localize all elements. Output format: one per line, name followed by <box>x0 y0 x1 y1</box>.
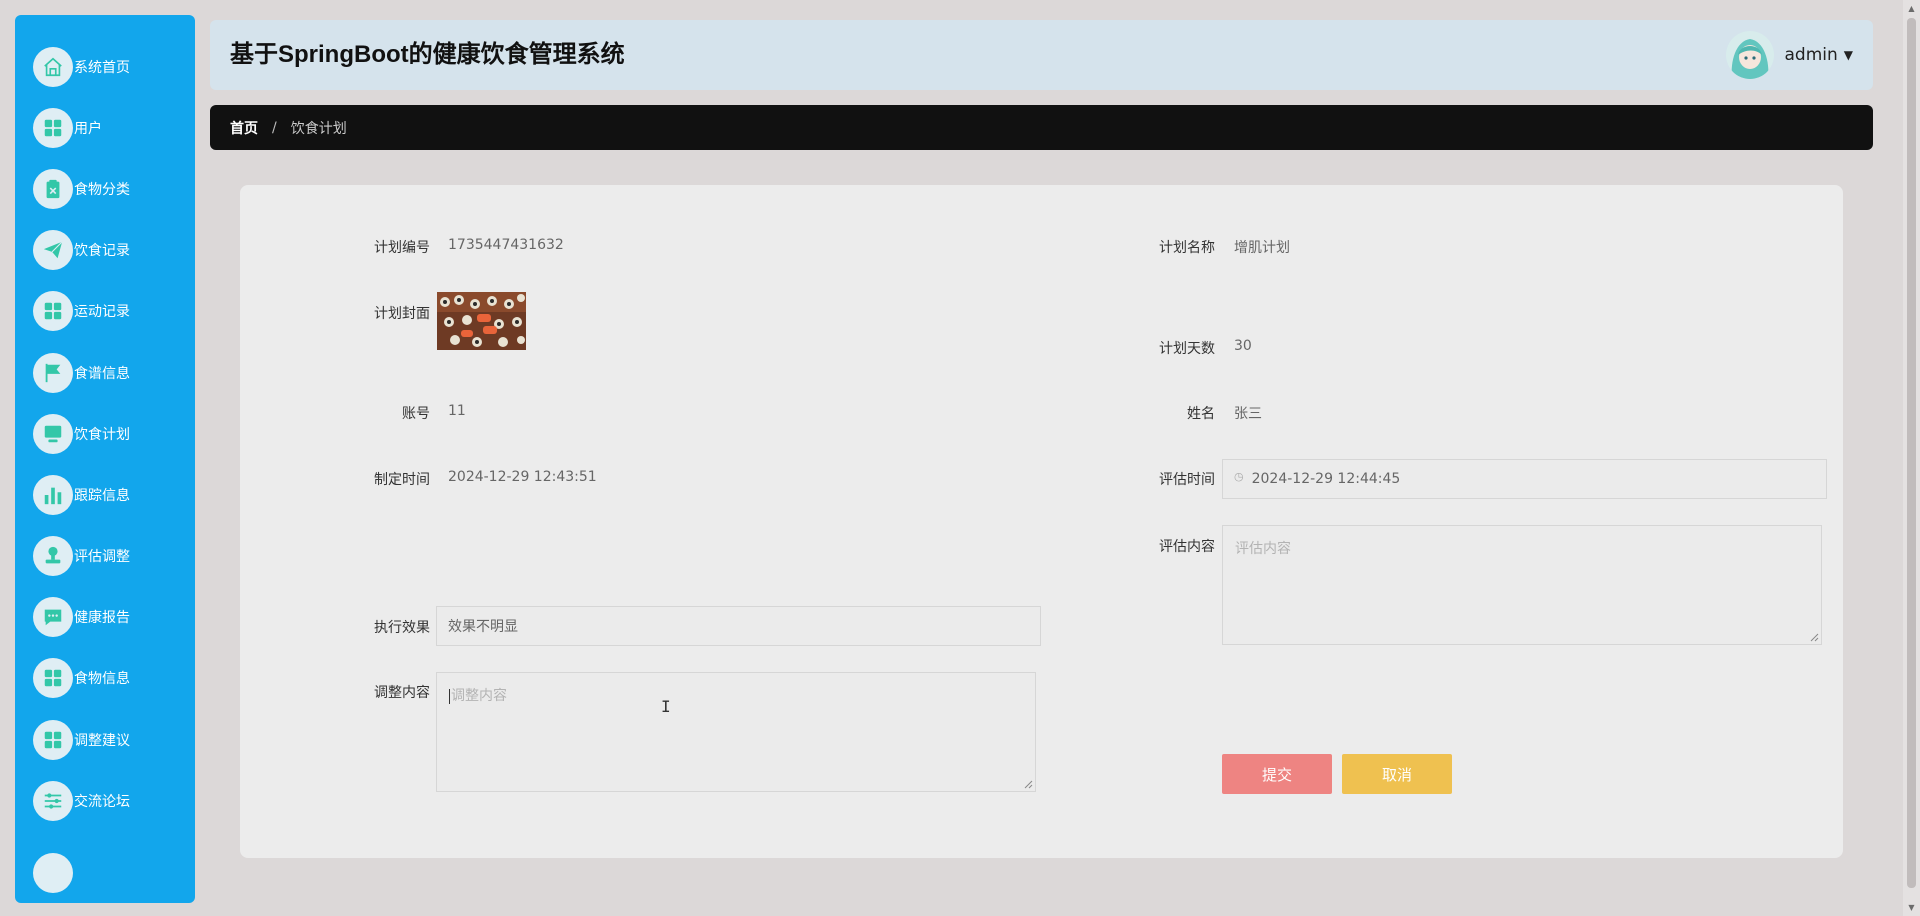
sliders-icon <box>33 780 73 821</box>
sidebar-item-health-report[interactable]: 健康报告 <box>15 587 195 648</box>
effect-value: 效果不明显 <box>448 619 518 635</box>
plan-name-value: 增肌计划 <box>1234 240 1290 256</box>
eval-content-placeholder: 评估内容 <box>1235 541 1291 557</box>
sidebar-item-label: 食物信息 <box>74 671 130 688</box>
bar-chart-icon <box>33 474 73 515</box>
chat-bubble-icon <box>33 597 73 638</box>
stamp-icon <box>33 536 73 577</box>
grid-icon <box>33 107 73 148</box>
cancel-button[interactable]: 取消 <box>1342 754 1452 794</box>
days-label: 计划天数 <box>1159 341 1215 357</box>
flag-icon <box>33 352 73 393</box>
sidebar-item-recipe[interactable]: 食谱信息 <box>15 342 195 403</box>
plan-no-label: 计划编号 <box>374 240 430 256</box>
sidebar: 系统首页 用户 食物分类 饮食记录 运动记录 食谱信息 饮食计划 跟踪信息 评估… <box>15 15 195 903</box>
sidebar-item-diet-plan[interactable]: 饮食计划 <box>15 403 195 464</box>
sidebar-item-label: 食谱信息 <box>74 365 130 382</box>
sidebar-item-food-category[interactable]: 食物分类 <box>15 158 195 219</box>
sidebar-item-label: 调整建议 <box>74 732 130 749</box>
app-title: 基于SpringBoot的健康饮食管理系统 <box>230 41 625 68</box>
avatar <box>1726 31 1775 79</box>
created-label: 制定时间 <box>374 472 430 488</box>
sidebar-item-label: 饮食记录 <box>74 243 130 260</box>
page-scrollbar[interactable]: ▲ ▼ <box>1903 0 1920 916</box>
text-cursor <box>449 688 450 704</box>
effect-input[interactable]: 效果不明显 <box>436 606 1041 646</box>
sidebar-item-adjust-advice[interactable]: 调整建议 <box>15 709 195 770</box>
sidebar-item-label: 饮食计划 <box>74 426 130 443</box>
account-value: 11 <box>448 403 466 419</box>
sidebar-item-label: 用户 <box>74 120 102 137</box>
plan-form-card: 计划编号 1735447431632 计划名称 增肌计划 计划封面 计划天数 3… <box>240 185 1843 858</box>
username: admin <box>1784 45 1838 65</box>
user-menu[interactable]: admin ▼ <box>1726 30 1853 80</box>
clock-icon: ◷ <box>1234 469 1244 483</box>
name-label: 姓名 <box>1187 406 1215 422</box>
sidebar-item-home[interactable]: 系统首页 <box>15 36 195 97</box>
sidebar-item-food-info[interactable]: 食物信息 <box>15 648 195 709</box>
name-value: 张三 <box>1234 406 1262 422</box>
text-cursor-icon: I <box>661 697 671 716</box>
adjust-content-placeholder: 调整内容 <box>451 688 507 704</box>
created-value: 2024-12-29 12:43:51 <box>448 469 597 485</box>
sidebar-item-label: 运动记录 <box>74 304 130 321</box>
eval-time-input[interactable]: ◷ 2024-12-29 12:44:45 <box>1222 459 1827 499</box>
breadcrumb-home[interactable]: 首页 <box>230 118 258 138</box>
plan-no-value: 1735447431632 <box>448 237 564 253</box>
sidebar-item-label: 跟踪信息 <box>74 487 130 504</box>
effect-label: 执行效果 <box>374 620 430 636</box>
sidebar-item-label: 系统首页 <box>74 59 130 76</box>
grid-icon <box>33 291 73 332</box>
breadcrumb-separator: / <box>272 119 277 136</box>
eval-time-label: 评估时间 <box>1159 472 1215 488</box>
resize-grip-icon[interactable] <box>1809 632 1819 642</box>
eval-content-textarea[interactable]: 评估内容 <box>1222 525 1822 645</box>
eval-content-label: 评估内容 <box>1159 539 1215 555</box>
adjust-content-textarea[interactable]: 调整内容 <box>436 672 1036 792</box>
cover-label: 计划封面 <box>374 306 430 322</box>
sidebar-item-label: 评估调整 <box>74 549 130 566</box>
chevron-down-icon: ▼ <box>1843 48 1853 62</box>
scroll-down-icon[interactable]: ▼ <box>1903 899 1920 916</box>
breadcrumb-current: 饮食计划 <box>290 120 347 137</box>
sidebar-item-label: 食物分类 <box>74 181 130 198</box>
paper-plane-icon <box>33 230 73 271</box>
plan-name-label: 计划名称 <box>1159 240 1215 256</box>
eval-time-value: 2024-12-29 12:44:45 <box>1251 471 1401 487</box>
sidebar-item-tracking[interactable]: 跟踪信息 <box>15 464 195 525</box>
sidebar-item-users[interactable]: 用户 <box>15 97 195 158</box>
sidebar-item-exercise-record[interactable]: 运动记录 <box>15 281 195 342</box>
sidebar-item-forum[interactable]: 交流论坛 <box>15 770 195 831</box>
home-icon <box>33 46 73 87</box>
grid-icon <box>33 658 73 699</box>
top-header: 基于SpringBoot的健康饮食管理系统 admin ▼ <box>210 20 1873 90</box>
breadcrumb: 首页 / 饮食计划 <box>210 105 1873 150</box>
adjust-label: 调整内容 <box>374 685 430 701</box>
sidebar-item-evaluation[interactable]: 评估调整 <box>15 526 195 587</box>
account-label: 账号 <box>402 406 430 422</box>
monitor-icon <box>33 413 73 454</box>
sidebar-item-label: 交流论坛 <box>74 793 130 810</box>
days-value: 30 <box>1234 338 1252 354</box>
clipboard-icon <box>33 168 73 209</box>
sidebar-item-partial[interactable] <box>33 853 73 893</box>
submit-button[interactable]: 提交 <box>1222 754 1332 794</box>
scroll-thumb[interactable] <box>1907 18 1916 888</box>
plan-cover-image <box>437 292 526 350</box>
sidebar-item-label: 健康报告 <box>74 610 130 627</box>
resize-grip-icon[interactable] <box>1023 779 1033 789</box>
grid-icon <box>33 719 73 760</box>
sidebar-item-diet-record[interactable]: 饮食记录 <box>15 220 195 281</box>
scroll-up-icon[interactable]: ▲ <box>1903 0 1920 17</box>
